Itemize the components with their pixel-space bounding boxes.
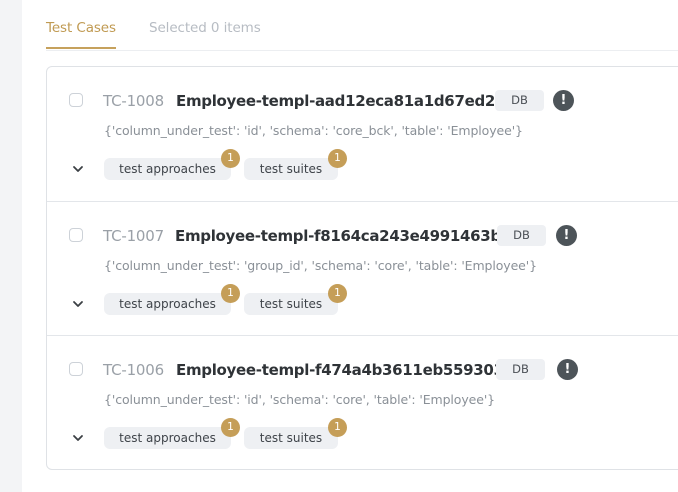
select-checkbox[interactable]: [69, 362, 83, 376]
test-suites-label: test suites: [259, 162, 323, 176]
test-approaches-label: test approaches: [119, 431, 216, 445]
test-case-params: {'column_under_test': 'group_id', 'schem…: [104, 258, 537, 273]
test-case-card: TC-1007 Employee-templ-f8164ca243e499146…: [47, 201, 678, 336]
type-badge: DB: [495, 90, 544, 111]
test-case-name[interactable]: Employee-templ-aad12eca81a1d67ed27a: [176, 92, 515, 110]
exclamation-circle-icon[interactable]: !: [553, 90, 574, 111]
tab-test-cases[interactable]: Test Cases: [46, 20, 116, 49]
chevron-down-icon[interactable]: [71, 433, 85, 443]
chevron-down-icon[interactable]: [71, 299, 85, 309]
test-case-list: TC-1008 Employee-templ-aad12eca81a1d67ed…: [46, 66, 678, 470]
test-case-name[interactable]: Employee-templ-f474a4b3611eb5593032: [176, 361, 514, 379]
test-case-id: TC-1008: [103, 92, 164, 110]
type-badge: DB: [496, 359, 545, 380]
test-suites-label: test suites: [259, 431, 323, 445]
test-suites-count: 1: [328, 284, 347, 303]
test-case-card: TC-1006 Employee-templ-f474a4b3611eb5593…: [47, 335, 678, 470]
test-approaches-label: test approaches: [119, 297, 216, 311]
test-case-name[interactable]: Employee-templ-f8164ca243e4991463bd: [175, 227, 512, 245]
test-approaches-count: 1: [221, 284, 240, 303]
test-case-id: TC-1006: [103, 361, 164, 379]
test-approaches-count: 1: [221, 418, 240, 437]
exclamation-circle-icon[interactable]: !: [556, 225, 577, 246]
chevron-down-icon[interactable]: [71, 164, 85, 174]
test-suites-count: 1: [328, 418, 347, 437]
test-suites-tag[interactable]: test suites 1: [244, 149, 347, 180]
test-suites-label: test suites: [259, 297, 323, 311]
test-case-id: TC-1007: [103, 227, 164, 245]
exclamation-circle-icon[interactable]: !: [557, 359, 578, 380]
test-case-params: {'column_under_test': 'id', 'schema': 'c…: [104, 392, 496, 407]
select-checkbox[interactable]: [69, 228, 83, 242]
test-approaches-count: 1: [221, 149, 240, 168]
test-approaches-tag[interactable]: test approaches 1: [104, 284, 240, 315]
select-checkbox[interactable]: [69, 93, 83, 107]
test-approaches-label: test approaches: [119, 162, 216, 176]
test-suites-tag[interactable]: test suites 1: [244, 284, 347, 315]
tab-bar: Test Cases Selected 0 items: [46, 0, 678, 51]
type-badge: DB: [497, 225, 546, 246]
left-rail: [0, 0, 22, 492]
selected-items-counter: Selected 0 items: [149, 20, 261, 36]
test-approaches-tag[interactable]: test approaches 1: [104, 149, 240, 180]
test-suites-count: 1: [328, 149, 347, 168]
test-approaches-tag[interactable]: test approaches 1: [104, 418, 240, 449]
test-suites-tag[interactable]: test suites 1: [244, 418, 347, 449]
test-case-card: TC-1008 Employee-templ-aad12eca81a1d67ed…: [47, 67, 678, 201]
test-case-params: {'column_under_test': 'id', 'schema': 'c…: [104, 123, 523, 138]
